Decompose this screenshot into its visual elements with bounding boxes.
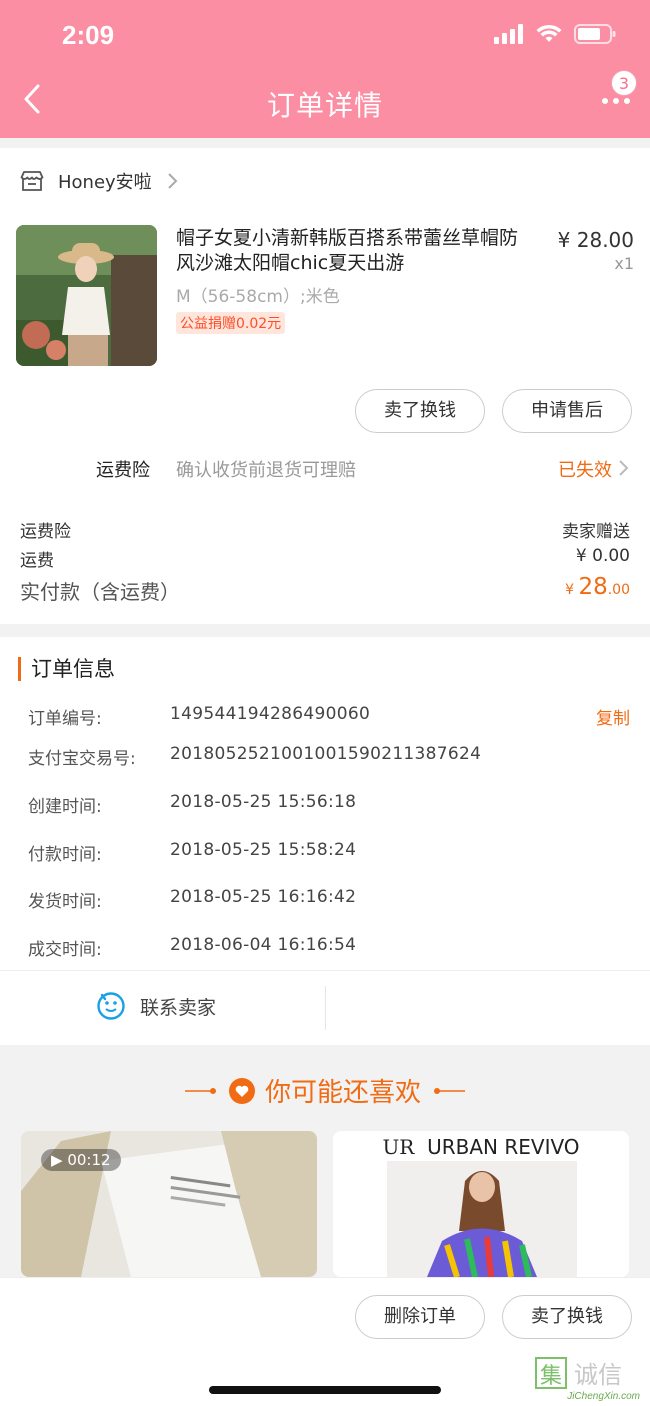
watermark-logo: 集 诚信 JiChengXin.com (534, 1356, 650, 1404)
info-value: 2018-06-04 16:16:54 (170, 935, 357, 955)
divider (325, 986, 326, 1030)
recommend-item-video[interactable]: ▶ 00:12 (21, 1131, 317, 1277)
info-row-completed: 成交时间: 2018-06-04 16:16:54 (28, 935, 634, 965)
recommend-item-brand[interactable]: UR URBAN REVIVO (333, 1131, 629, 1277)
video-duration-text: 00:12 (67, 1151, 111, 1169)
shipping-insurance-row[interactable]: 运费险 确认收货前退货可理赔 已失效 (0, 448, 650, 488)
status-icons (494, 24, 616, 44)
order-info-title: 订单信息 (18, 657, 115, 681)
notification-badge: 3 (611, 70, 637, 96)
total-integer: 28 (578, 574, 608, 600)
info-value: 2018-05-25 16:16:42 (170, 887, 357, 907)
sell-for-money-bottom-button[interactable]: 卖了换钱 (502, 1295, 632, 1339)
fee-shipping-value: ¥ 0.00 (575, 546, 630, 566)
home-indicator[interactable] (209, 1386, 441, 1394)
insurance-desc: 确认收货前退货可理赔 (176, 460, 356, 481)
chevron-right-icon (619, 460, 629, 476)
heart-icon (228, 1077, 255, 1104)
video-duration: ▶ 00:12 (41, 1149, 121, 1171)
contact-seller-button[interactable]: 联系卖家 (96, 991, 216, 1021)
product-thumbnail (387, 1161, 577, 1277)
info-row-alipay-no: 支付宝交易号: 2018052521001001590211387624 (28, 744, 634, 774)
total-paid-value: ¥ 28.00 (565, 574, 630, 600)
info-value: 2018-05-25 15:56:18 (170, 792, 357, 812)
chat-bubble-icon (97, 992, 125, 1020)
battery-icon (574, 24, 616, 44)
watermark-url: JiChengXin.com (567, 1391, 640, 1402)
signal-icon (494, 24, 523, 44)
wifi-icon (536, 24, 562, 42)
request-after-sale-button[interactable]: 申请售后 (502, 389, 632, 433)
info-row-order-no: 订单编号: 149544194286490060 复制 (28, 704, 634, 734)
product-image[interactable] (16, 225, 157, 366)
product-title[interactable]: 帽子女夏小清新韩版百搭系带蕾丝草帽防风沙滩太阳帽chic夏天出游 (176, 226, 536, 276)
arrow-left-decoration-icon (184, 1087, 216, 1094)
info-row-created: 创建时间: 2018-05-25 15:56:18 (28, 792, 634, 822)
order-info-card: 订单信息 订单编号: 149544194286490060 复制 支付宝交易号:… (0, 637, 650, 1045)
recommend-title: 你可能还喜欢 (0, 1072, 650, 1109)
shop-icon (20, 171, 44, 191)
fee-insurance-value: 卖家赠送 (562, 522, 630, 542)
bottom-action-bar: 删除订单 卖了换钱 集 诚信 JiChengXin.com (0, 1277, 650, 1406)
page-title: 订单详情 (266, 89, 383, 122)
product-sku: M（56-58cm）;米色 (176, 287, 340, 307)
product-quantity: x1 (614, 254, 634, 273)
brand-name: URBAN REVIVO (427, 1135, 580, 1159)
brand-header: UR URBAN REVIVO (333, 1135, 629, 1159)
insurance-label: 运费险 (96, 460, 150, 481)
total-paid-label: 实付款（含运费） (20, 580, 180, 604)
more-icon[interactable] (602, 98, 630, 104)
watermark-image: 集 诚信 (535, 1357, 622, 1389)
info-label: 订单编号: (28, 709, 102, 729)
svg-text:集: 集 (540, 1364, 562, 1389)
info-label: 创建时间: (28, 797, 102, 817)
recommend-title-text: 你可能还喜欢 (264, 1078, 421, 1108)
fee-insurance-label: 运费险 (20, 522, 71, 542)
total-currency: ¥ (565, 582, 579, 598)
shop-name: Honey安啦 (58, 172, 152, 193)
contact-bar: 联系卖家 (0, 970, 650, 1045)
info-label: 支付宝交易号: (28, 749, 136, 769)
svg-text:诚信: 诚信 (574, 1361, 622, 1389)
info-value: 149544194286490060 (170, 704, 371, 724)
header-bar: 2:09 订单详情 3 (0, 0, 650, 138)
shop-link[interactable]: Honey安啦 (20, 168, 180, 194)
info-label: 成交时间: (28, 940, 102, 960)
sell-for-money-button[interactable]: 卖了换钱 (355, 389, 485, 433)
chevron-right-icon (167, 173, 178, 189)
fee-shipping-label: 运费 (20, 551, 54, 571)
info-label: 发货时间: (28, 892, 102, 912)
info-value: 2018-05-25 15:58:24 (170, 840, 357, 860)
order-product-card: Honey安啦 帽子女夏小清新韩版百搭系带蕾丝草帽防风沙滩太阳帽chic夏天出游… (0, 148, 650, 624)
contact-seller-label: 联系卖家 (140, 996, 217, 1019)
delete-order-button[interactable]: 删除订单 (355, 1295, 485, 1339)
charity-tag: 公益捐赠0.02元 (176, 312, 286, 334)
info-row-shipped: 发货时间: 2018-05-25 16:16:42 (28, 887, 634, 917)
copy-button[interactable]: 复制 (596, 704, 630, 729)
product-price: ¥ 28.00 (557, 228, 634, 252)
insurance-status: 已失效 (558, 460, 612, 481)
brand-logo: UR (382, 1135, 415, 1159)
info-row-paid: 付款时间: 2018-05-25 15:58:24 (28, 840, 634, 870)
total-decimal: .00 (607, 582, 630, 598)
info-value: 2018052521001001590211387624 (170, 744, 482, 764)
info-label: 付款时间: (28, 845, 102, 865)
arrow-right-decoration-icon (434, 1087, 465, 1094)
status-time: 2:09 (62, 20, 115, 50)
